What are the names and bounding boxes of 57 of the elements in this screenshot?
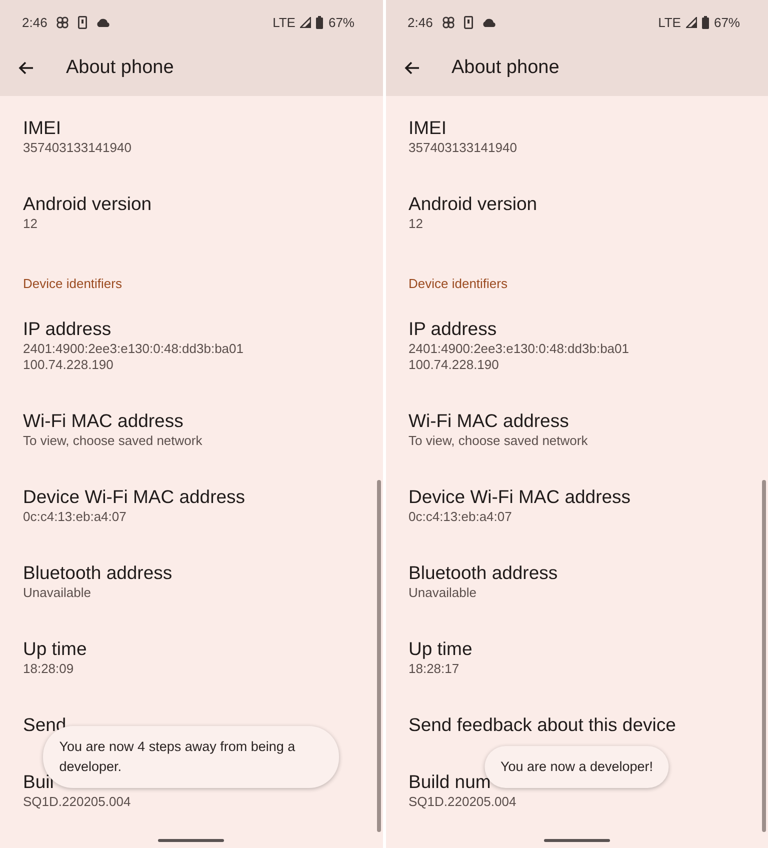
setting-title[interactable]: IP address [23, 317, 112, 341]
setting-value: 357403133141940 [23, 140, 132, 156]
back-arrow-icon [18, 61, 34, 75]
setting-title[interactable]: IMEI [23, 116, 62, 140]
setting-value: 100.74.228.190 [23, 357, 114, 373]
setting-value: 100.74.228.190 [408, 357, 499, 373]
fan-icon [442, 16, 455, 28]
signal-icon [300, 16, 312, 28]
setting-value: 12 [23, 216, 38, 232]
network-label: LTE [272, 14, 296, 30]
setting-title[interactable]: Up time [23, 637, 87, 661]
section-header: Device identifiers [408, 275, 508, 293]
navigation-handle[interactable] [544, 839, 610, 842]
setting-title[interactable]: Android version [23, 192, 152, 216]
setting-title[interactable]: Wi-Fi MAC address [23, 409, 184, 433]
screen-title: About phone [66, 57, 174, 79]
setting-value: 0c:c4:13:eb:a4:07 [23, 509, 126, 525]
setting-value: SQ1D.220205.004 [23, 794, 131, 810]
setting-title[interactable]: Up time [408, 637, 472, 661]
setting-title[interactable]: Device Wi-Fi MAC address [408, 485, 631, 509]
network-label: LTE [658, 14, 681, 30]
setting-value: 2401:4900:2ee3:e130:0:48:dd3b:ba01 [23, 341, 244, 357]
setting-value: 357403133141940 [408, 140, 517, 156]
setting-value: Unavailable [408, 585, 476, 601]
setting-title[interactable]: IMEI [408, 116, 447, 140]
setting-value: 2401:4900:2ee3:e130:0:48:dd3b:ba01 [408, 341, 629, 357]
fan-icon [56, 16, 70, 28]
back-arrow-icon [404, 61, 420, 75]
navigation-handle[interactable] [158, 839, 224, 842]
setting-title[interactable]: IP address [408, 317, 497, 341]
status-time: 2:46 [408, 14, 433, 30]
battery-percent: 67% [328, 14, 354, 30]
setting-title[interactable]: Bluetooth address [23, 561, 172, 585]
phone-icon [78, 16, 88, 28]
setting-value: 12 [408, 216, 423, 232]
setting-value: Unavailable [23, 585, 91, 601]
setting-title[interactable]: Send feedback about this device [408, 713, 676, 737]
setting-title[interactable]: Device Wi-Fi MAC address [23, 485, 246, 509]
section-header: Device identifiers [23, 275, 122, 293]
signal-icon [686, 16, 697, 28]
setting-value: 18:28:09 [23, 661, 74, 677]
phone-icon [464, 16, 473, 28]
setting-title[interactable]: Wi-Fi MAC address [408, 409, 569, 433]
cloud-icon [482, 18, 496, 26]
cloud-icon [96, 18, 110, 26]
battery-icon [316, 16, 324, 28]
setting-value: To view, choose saved network [408, 433, 588, 449]
setting-value: 18:28:17 [408, 661, 460, 677]
setting-title[interactable]: Android version [408, 192, 538, 216]
battery-percent: 67% [714, 14, 740, 30]
setting-value: 0c:c4:13:eb:a4:07 [408, 509, 512, 525]
screen-title: About phone [452, 57, 560, 79]
setting-value: SQ1D.220205.004 [408, 794, 516, 810]
battery-icon [702, 16, 709, 28]
setting-value: To view, choose saved network [23, 433, 202, 449]
setting-title[interactable]: Bluetooth address [408, 561, 558, 585]
status-time: 2:46 [22, 14, 48, 30]
